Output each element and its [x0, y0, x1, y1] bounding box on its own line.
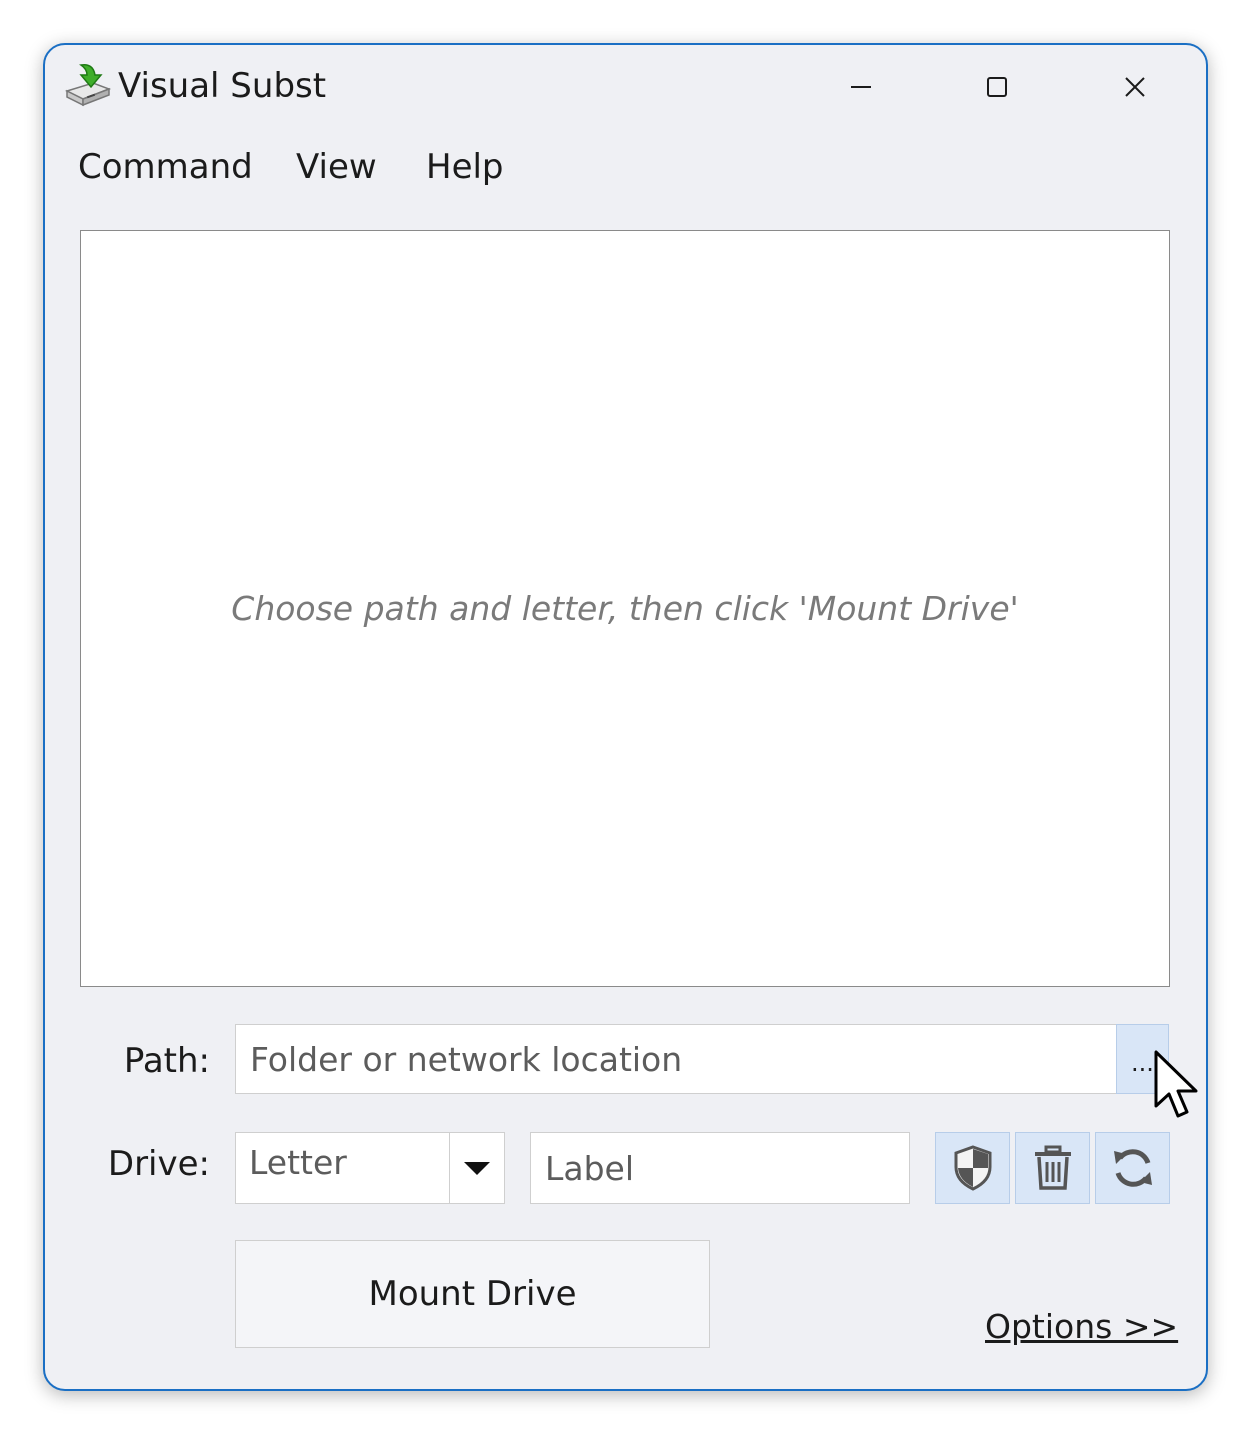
browse-button-label: ...: [1131, 1049, 1154, 1077]
drive-label: Drive:: [107, 1144, 210, 1184]
shield-icon: [954, 1145, 991, 1191]
maximize-button[interactable]: [962, 63, 1032, 111]
menu-command[interactable]: Command: [78, 147, 253, 187]
path-input[interactable]: [235, 1024, 1117, 1094]
title-bar: Visual Subst: [45, 45, 1206, 129]
menu-view[interactable]: View: [296, 147, 377, 187]
app-window: Visual Subst Command View Help Choose pa…: [43, 43, 1208, 1391]
close-button[interactable]: [1100, 63, 1170, 111]
refresh-icon: [1113, 1149, 1152, 1187]
drive-letter-placeholder: Letter: [249, 1143, 347, 1182]
admin-shield-button[interactable]: [935, 1132, 1010, 1204]
minimize-icon: [851, 86, 871, 88]
drive-list[interactable]: Choose path and letter, then click 'Moun…: [80, 230, 1170, 987]
minimize-button[interactable]: [826, 63, 896, 111]
path-label: Path:: [123, 1041, 210, 1081]
mouse-pointer-icon: [1154, 1050, 1198, 1118]
drive-letter-select[interactable]: Letter: [235, 1132, 505, 1204]
close-icon: [1125, 77, 1145, 97]
refresh-button[interactable]: [1095, 1132, 1170, 1204]
mount-drive-label: Mount Drive: [368, 1274, 577, 1314]
trash-icon: [1034, 1145, 1071, 1190]
dropdown-button[interactable]: [449, 1133, 504, 1203]
drive-label-input[interactable]: [530, 1132, 910, 1204]
delete-button[interactable]: [1015, 1132, 1090, 1204]
maximize-icon: [987, 77, 1007, 97]
menu-help[interactable]: Help: [426, 147, 504, 187]
mount-drive-button[interactable]: Mount Drive: [235, 1240, 710, 1348]
chevron-down-icon: [464, 1162, 490, 1175]
window-title: Visual Subst: [118, 66, 327, 106]
options-link[interactable]: Options >>: [985, 1307, 1178, 1346]
empty-list-hint: Choose path and letter, then click 'Moun…: [231, 589, 1019, 628]
drive-with-green-arrow-icon: [64, 63, 112, 107]
menu-bar: Command View Help: [45, 139, 1206, 209]
